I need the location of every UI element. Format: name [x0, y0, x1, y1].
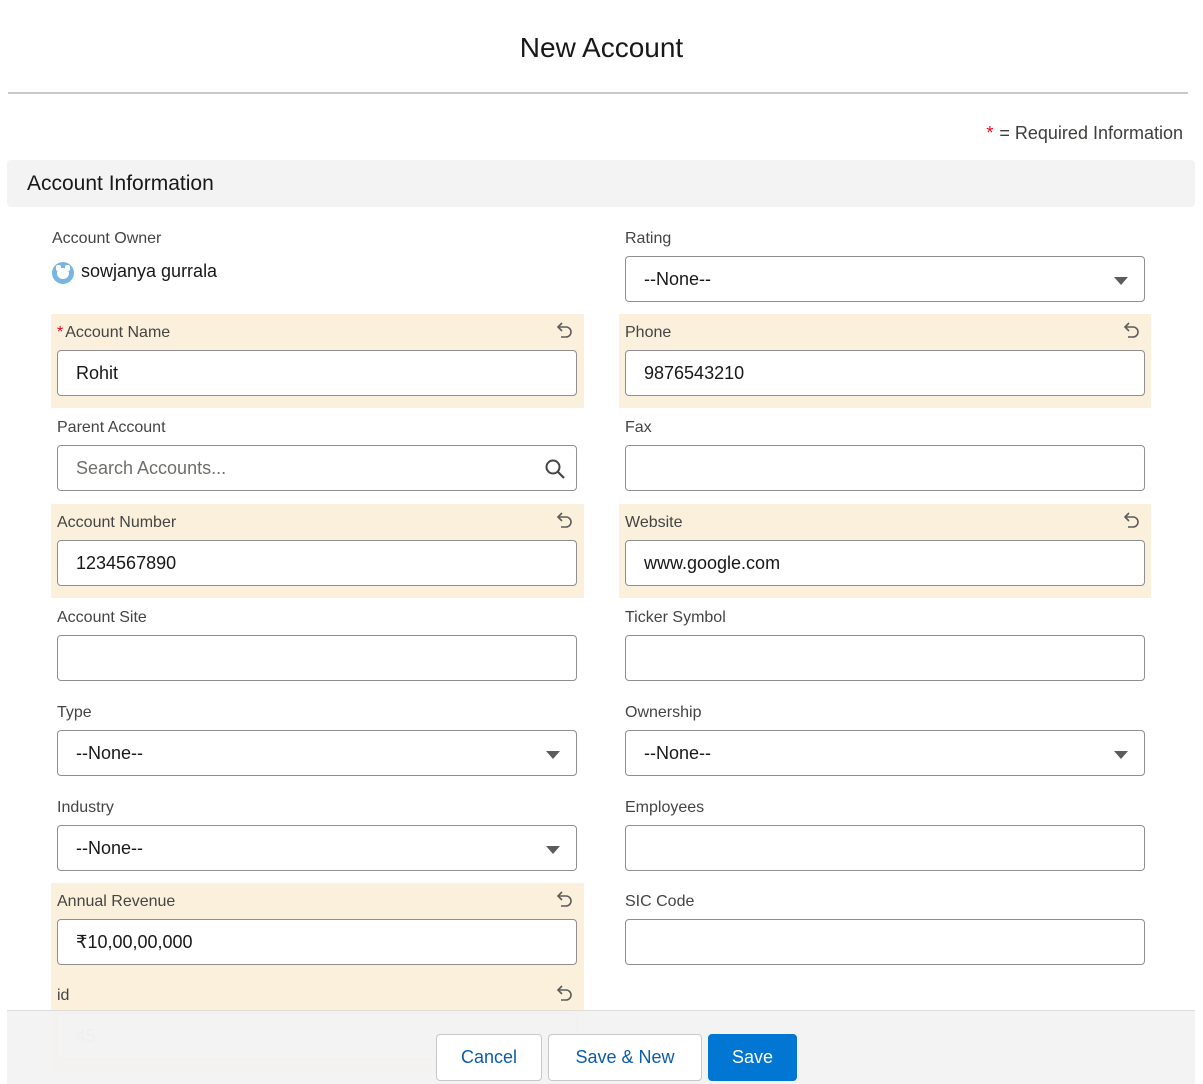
required-information-note: * = Required Information [986, 123, 1183, 144]
annual-revenue-field: Annual Revenue ₹10,00,00,000 [51, 883, 584, 977]
account-owner-label: Account Owner [52, 230, 162, 247]
chevron-down-icon [1114, 751, 1128, 759]
fax-field: Fax [619, 409, 1151, 503]
sic-code-input[interactable] [625, 919, 1145, 965]
parent-account-placeholder: Search Accounts... [76, 458, 227, 478]
account-owner: sowjanya gurrala [52, 260, 217, 284]
chevron-down-icon [546, 751, 560, 759]
type-label: Type [57, 704, 92, 721]
undo-icon[interactable] [1121, 320, 1141, 340]
account-name-field: * Account Name Rohit [51, 314, 584, 408]
chevron-down-icon [546, 846, 560, 854]
phone-value: 9876543210 [644, 363, 745, 383]
annual-revenue-value: ₹10,00,00,000 [76, 932, 193, 952]
ticker-symbol-label: Ticker Symbol [625, 609, 726, 626]
ownership-field: Ownership --None-- [619, 694, 1151, 788]
fax-label: Fax [625, 419, 652, 436]
account-number-label: Account Number [57, 514, 177, 531]
modal-title: New Account [519, 32, 684, 63]
phone-field: Phone 9876543210 [619, 314, 1151, 408]
cancel-button[interactable]: Cancel [436, 1034, 542, 1081]
account-site-field: Account Site [51, 599, 584, 693]
website-input[interactable]: www.google.com [625, 540, 1145, 586]
undo-icon[interactable] [554, 510, 574, 530]
undo-icon[interactable] [554, 889, 574, 909]
account-name-label-text: Account Name [65, 324, 171, 341]
annual-revenue-label: Annual Revenue [57, 893, 176, 910]
website-field: Website www.google.com [619, 504, 1151, 598]
required-star: * [986, 123, 994, 143]
required-note-text: = Required Information [999, 123, 1183, 143]
phone-label: Phone [625, 324, 672, 341]
account-name-value: Rohit [76, 363, 119, 383]
section-title: Account Information [27, 172, 214, 195]
section-header[interactable]: Account Information [7, 160, 1195, 207]
undo-icon[interactable] [1121, 510, 1141, 530]
account-site-label: Account Site [57, 609, 147, 626]
sic-code-field: SIC Code [619, 883, 1151, 977]
phone-input[interactable]: 9876543210 [625, 350, 1145, 396]
ticker-symbol-input[interactable] [625, 635, 1145, 681]
rating-value: --None-- [644, 269, 712, 289]
save-button[interactable]: Save [708, 1034, 797, 1081]
header-divider [8, 92, 1188, 94]
required-mark: * [57, 324, 64, 341]
undo-icon[interactable] [554, 320, 574, 340]
annual-revenue-input[interactable]: ₹10,00,00,000 [57, 919, 577, 965]
employees-label: Employees [625, 799, 705, 816]
rating-field: Rating --None-- [619, 220, 1151, 314]
fax-input[interactable] [625, 445, 1145, 491]
type-field: Type --None-- [51, 694, 584, 788]
type-select[interactable]: --None-- [57, 730, 577, 776]
industry-label: Industry [57, 799, 114, 816]
parent-account-label: Parent Account [57, 419, 166, 436]
save-and-new-button[interactable]: Save & New [548, 1034, 702, 1081]
id-label: id [57, 987, 70, 1004]
employees-input[interactable] [625, 825, 1145, 871]
parent-account-search-input[interactable]: Search Accounts... [57, 445, 577, 491]
account-name-label: * Account Name [57, 324, 170, 342]
account-owner-name[interactable]: sowjanya gurrala [81, 261, 217, 282]
account-site-input[interactable] [57, 635, 577, 681]
ticker-symbol-field: Ticker Symbol [619, 599, 1151, 693]
industry-value: --None-- [76, 838, 144, 858]
website-label: Website [625, 514, 683, 531]
undo-icon[interactable] [554, 983, 574, 1003]
chevron-down-icon [1114, 277, 1128, 285]
sic-code-label: SIC Code [625, 893, 695, 910]
industry-select[interactable]: --None-- [57, 825, 577, 871]
account-number-value: 1234567890 [76, 553, 177, 573]
account-name-input[interactable]: Rohit [57, 350, 577, 396]
type-value: --None-- [76, 743, 144, 763]
industry-field: Industry --None-- [51, 789, 584, 883]
avatar [52, 262, 74, 284]
rating-label: Rating [625, 230, 672, 247]
account-number-field: Account Number 1234567890 [51, 504, 584, 598]
account-number-input[interactable]: 1234567890 [57, 540, 577, 586]
ownership-label: Ownership [625, 704, 702, 721]
search-icon[interactable] [544, 458, 566, 480]
rating-select[interactable]: --None-- [625, 256, 1145, 302]
website-value: www.google.com [644, 553, 781, 573]
employees-field: Employees [619, 789, 1151, 883]
parent-account-field: Parent Account Search Accounts... [51, 409, 584, 503]
ownership-select[interactable]: --None-- [625, 730, 1145, 776]
ownership-value: --None-- [644, 743, 712, 763]
